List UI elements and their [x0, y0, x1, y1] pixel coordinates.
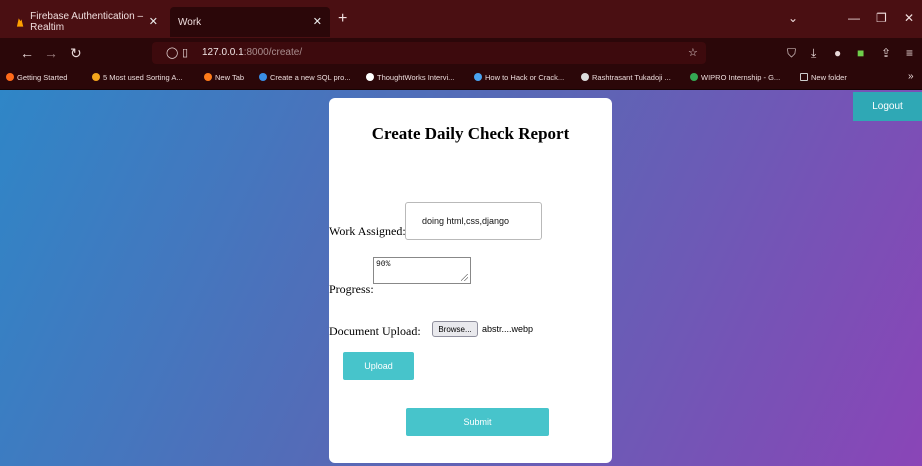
url-path: :8000/create/	[243, 47, 303, 58]
submit-button[interactable]: Submit	[406, 408, 549, 436]
new-tab-icon[interactable]: +	[338, 10, 347, 28]
url-text: 127.0.0.1:8000/create/	[202, 47, 302, 58]
bookmark-item[interactable]: New Tab	[204, 73, 244, 82]
back-icon[interactable]: ←	[20, 45, 34, 61]
bookmark-item[interactable]: 5 Most used Sorting A...	[92, 73, 183, 82]
overflow-chevron-icon[interactable]: »	[908, 71, 914, 82]
minimize-icon[interactable]: —	[848, 11, 860, 25]
address-bar[interactable]: ◯ ▯ 127.0.0.1:8000/create/ ☆	[152, 42, 706, 64]
reload-icon[interactable]: ↻	[70, 45, 82, 62]
selected-file-name: abstr....webp	[482, 324, 534, 334]
bookmark-favicon-icon	[690, 73, 698, 81]
browser-tab-bar: Firebase Authentication – Realtim ✕ Work…	[0, 0, 922, 38]
forward-icon[interactable]: →	[44, 45, 58, 61]
form-title: Create Daily Check Report	[371, 124, 570, 143]
download-icon[interactable]: ⤓	[811, 46, 816, 61]
document-upload-label: Document Upload:	[329, 324, 421, 338]
page-icon[interactable]: ▯	[182, 46, 188, 59]
bookmarks-bar: Getting Started 5 Most used Sorting A...…	[0, 68, 922, 90]
pocket-icon[interactable]: ⛉	[787, 46, 796, 61]
bookmark-star-icon[interactable]: ☆	[688, 46, 698, 59]
bookmark-item[interactable]: Create a new SQL pro...	[259, 73, 351, 82]
browse-button[interactable]: Browse...	[432, 321, 478, 337]
bookmark-label: New folder	[811, 73, 847, 82]
bookmark-item[interactable]: Rashtrasant Tukadoji ...	[581, 73, 671, 82]
extension-icon[interactable]: ●	[834, 46, 841, 60]
firebase-icon	[16, 17, 24, 27]
logout-button[interactable]: Logout	[853, 92, 922, 121]
bookmark-label: How to Hack or Crack...	[485, 73, 565, 82]
bookmark-item[interactable]: New folder	[800, 73, 847, 82]
report-form-card: Create Daily Check Report Work Assigned:…	[329, 98, 612, 463]
bookmark-label: Create a new SQL pro...	[270, 73, 351, 82]
upload-button[interactable]: Upload	[343, 352, 414, 380]
bookmark-item[interactable]: How to Hack or Crack...	[474, 73, 564, 82]
resize-handle-icon[interactable]	[461, 274, 468, 281]
progress-textarea[interactable]: 90%	[373, 257, 471, 284]
share-icon[interactable]: ⇪	[881, 46, 891, 60]
bookmark-item[interactable]: ThoughtWorks Intervi...	[366, 73, 454, 82]
bookmark-label: 5 Most used Sorting A...	[103, 73, 183, 82]
bookmark-label: Rashtrasant Tukadoji ...	[592, 73, 671, 82]
progress-label: Progress:	[329, 282, 374, 296]
bookmark-item[interactable]: Getting Started	[6, 73, 67, 82]
window-close-icon[interactable]: ✕	[904, 11, 914, 25]
tab-label: Work	[178, 16, 202, 28]
bookmark-item[interactable]: WIPRO Internship - G...	[690, 73, 780, 82]
shield-icon[interactable]: ◯	[166, 46, 178, 59]
folder-icon	[800, 73, 808, 81]
browser-nav-bar: ← → ↻ ◯ ▯ 127.0.0.1:8000/create/ ☆ ⛉ ⤓ ●…	[0, 38, 922, 68]
bookmark-label: Getting Started	[17, 73, 68, 82]
close-icon[interactable]: ✕	[313, 15, 322, 28]
bookmark-favicon-icon	[366, 73, 374, 81]
page-content: Logout Create Daily Check Report Work As…	[0, 90, 922, 466]
tab-firebase[interactable]: Firebase Authentication – Realtim ✕	[6, 7, 166, 37]
url-host: 127.0.0.1	[202, 47, 244, 58]
colorful-extension-icon[interactable]: ■	[857, 46, 864, 60]
close-icon[interactable]: ✕	[149, 15, 158, 28]
bookmark-label: New Tab	[215, 73, 245, 82]
bookmark-favicon-icon	[581, 73, 589, 81]
bookmark-favicon-icon	[6, 73, 14, 81]
chevron-down-icon[interactable]: ⌄	[788, 11, 798, 25]
work-assigned-label: Work Assigned:	[329, 224, 406, 238]
restore-icon[interactable]: ❐	[876, 11, 887, 25]
tab-work[interactable]: Work ✕	[170, 7, 330, 37]
work-assigned-input[interactable]: doing html,css,django	[405, 202, 542, 240]
bookmark-label: ThoughtWorks Intervi...	[377, 73, 455, 82]
progress-value: 90%	[376, 260, 391, 269]
bookmark-favicon-icon	[92, 73, 100, 81]
tab-label: Firebase Authentication – Realtim	[30, 11, 144, 33]
bookmark-label: WIPRO Internship - G...	[701, 73, 781, 82]
menu-icon[interactable]: ≡	[906, 46, 913, 60]
bookmark-favicon-icon	[259, 73, 267, 81]
bookmark-favicon-icon	[474, 73, 482, 81]
bookmark-favicon-icon	[204, 73, 212, 81]
